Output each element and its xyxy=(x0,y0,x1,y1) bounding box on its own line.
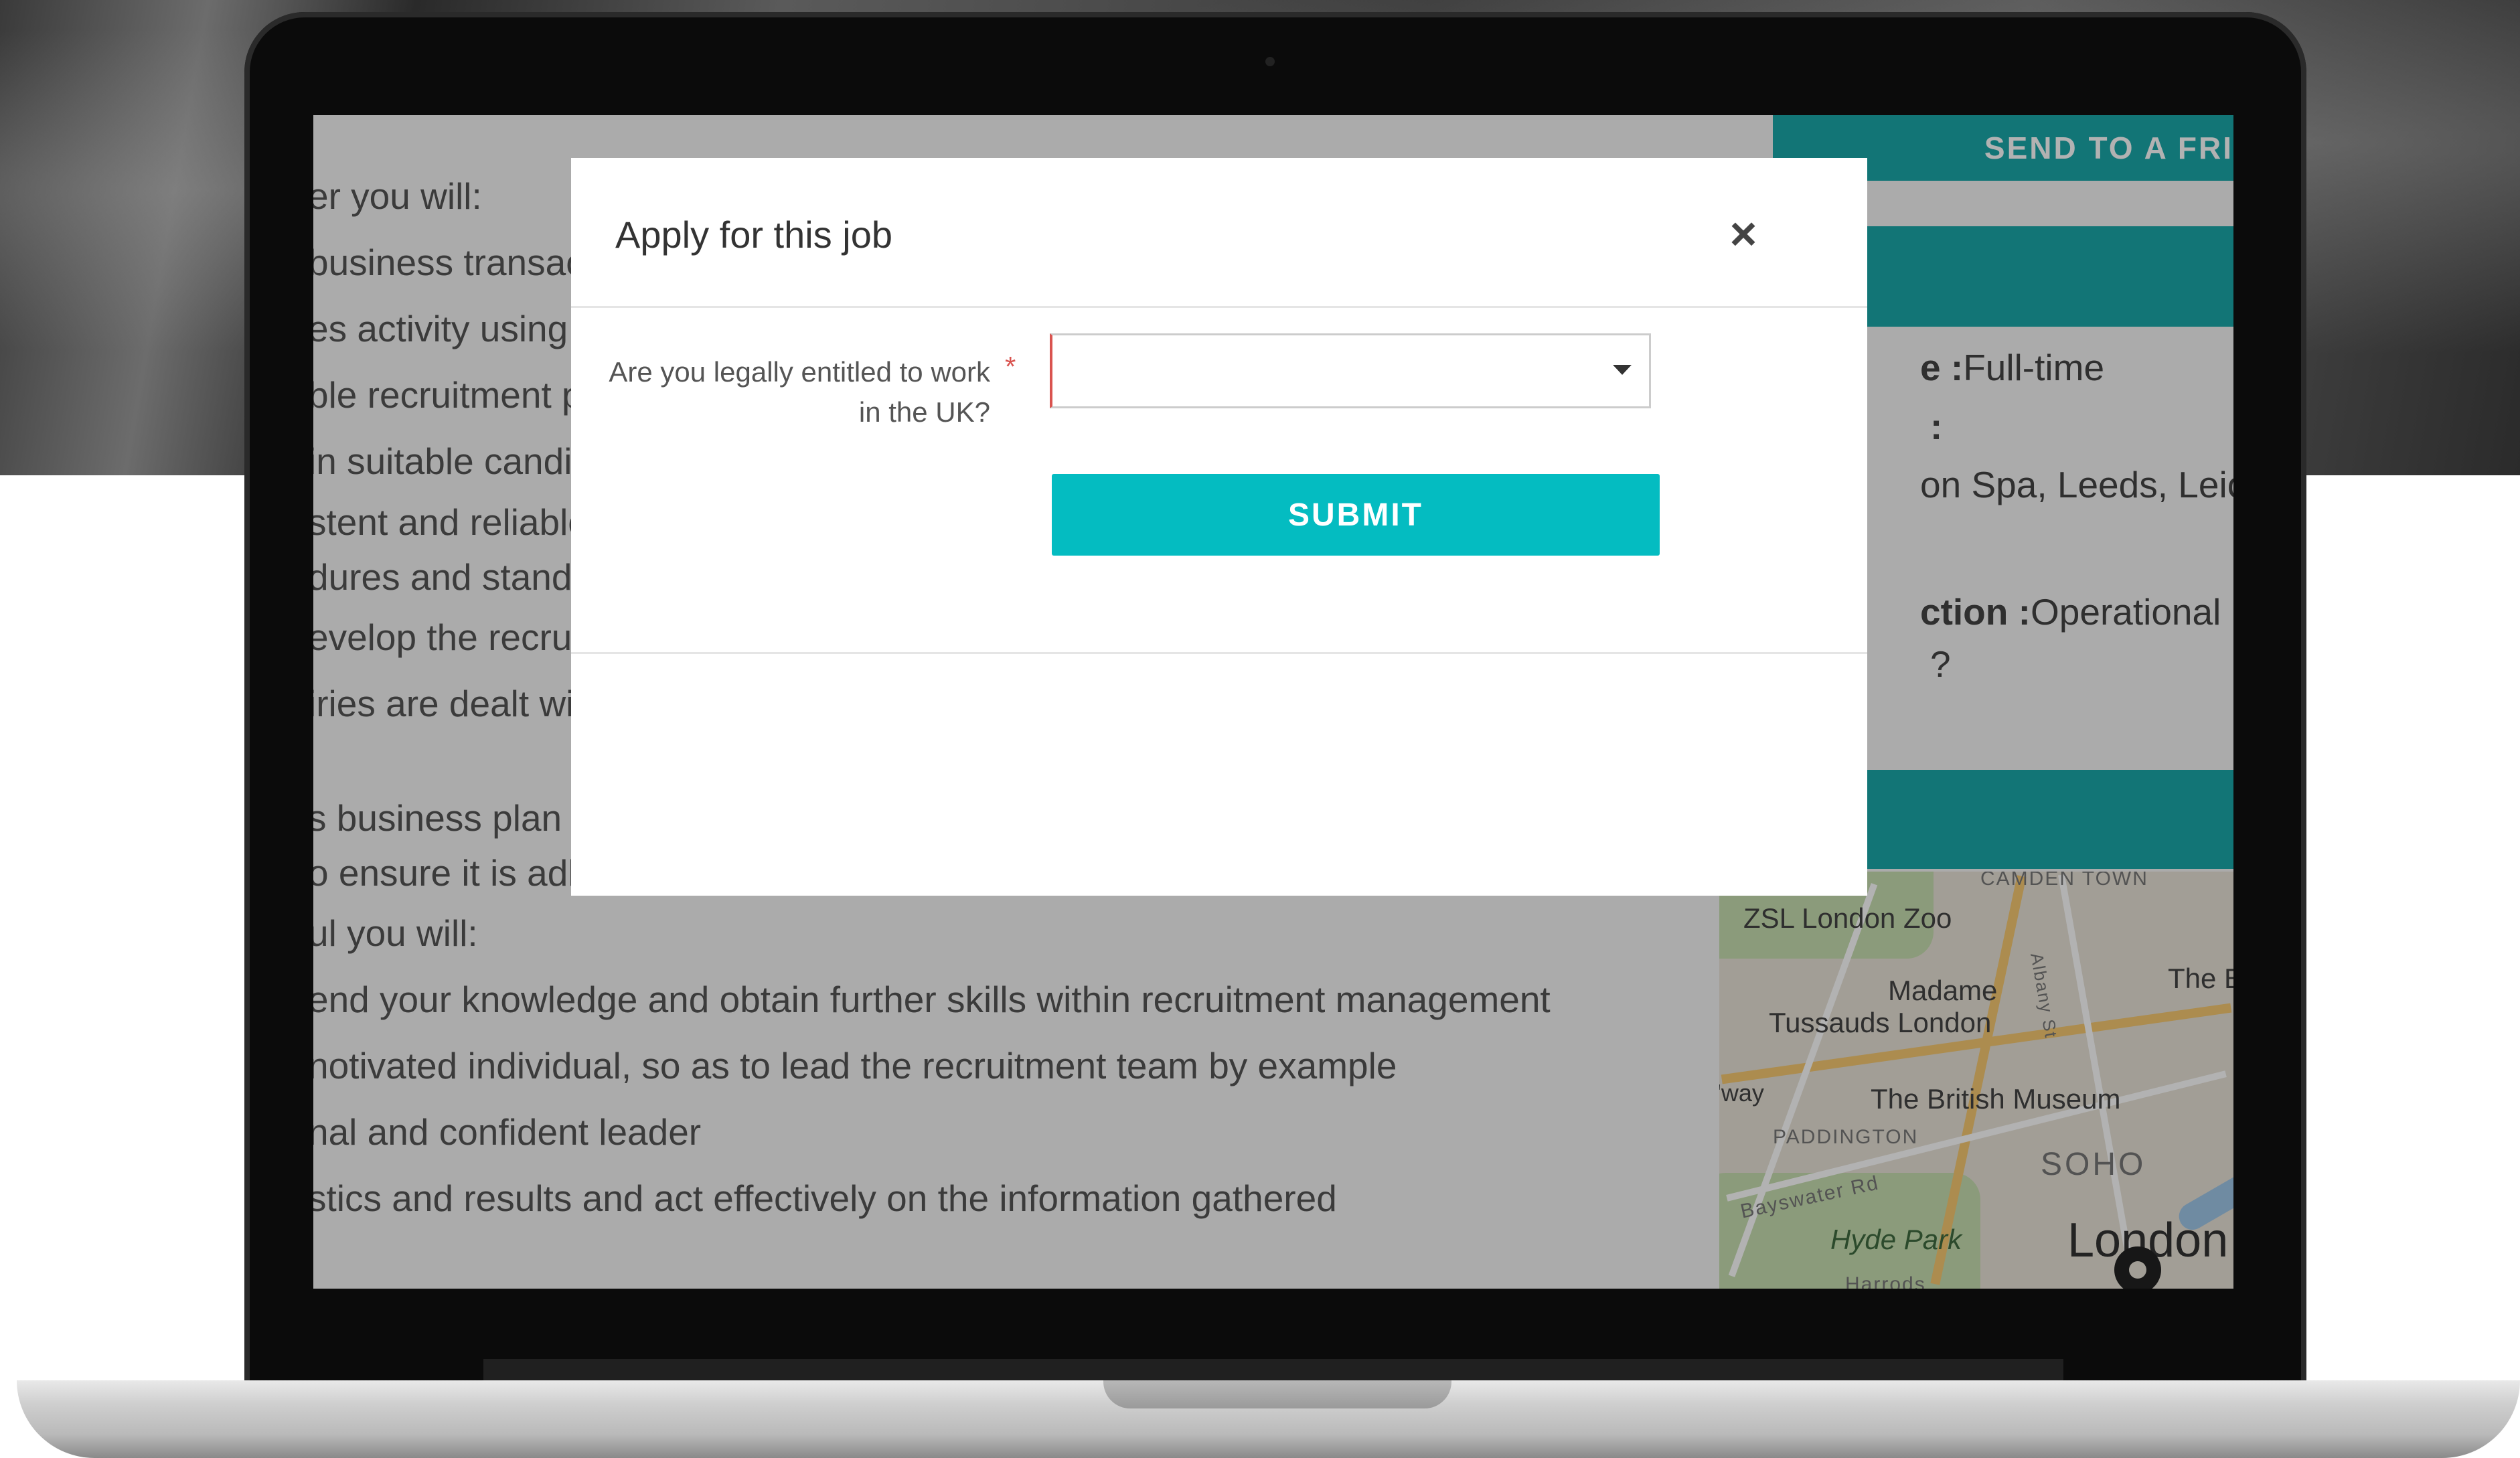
modal-footer xyxy=(571,652,1867,654)
apply-modal: Apply for this job × Are you legally ent… xyxy=(571,158,1867,896)
submit-button[interactable]: SUBMIT xyxy=(1052,474,1660,556)
close-icon[interactable]: × xyxy=(1720,210,1767,257)
work-eligibility-select[interactable] xyxy=(1050,333,1651,408)
laptop-screen: er you will: business transac es activit… xyxy=(313,115,2233,1289)
modal-title: Apply for this job xyxy=(615,214,892,256)
laptop-camera xyxy=(1265,57,1275,66)
laptop-hinge xyxy=(483,1359,2063,1382)
chevron-down-icon xyxy=(1613,365,1632,375)
modal-header: Apply for this job × xyxy=(571,158,1867,308)
required-marker: * xyxy=(1005,351,1016,382)
laptop-notch xyxy=(1103,1380,1451,1408)
work-eligibility-label: Are you legally entitled to work in the … xyxy=(609,356,990,428)
